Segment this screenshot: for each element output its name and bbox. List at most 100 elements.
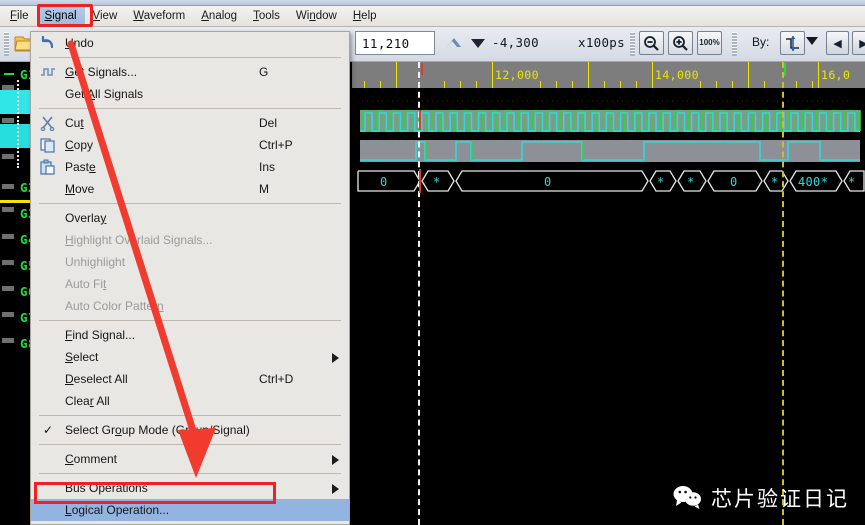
menu-item-overlay[interactable]: Overlay <box>31 207 349 229</box>
clock-waveform-row[interactable] <box>352 106 865 136</box>
copy-icon <box>40 138 55 153</box>
data-waveform-row[interactable] <box>352 138 865 164</box>
prev-arrow-icon: ◀ <box>833 37 842 50</box>
menu-tools-label: ools <box>258 10 280 22</box>
edge-jump-dropdown[interactable] <box>806 37 818 45</box>
ruler-label-1: 12,000 <box>495 68 539 82</box>
menu-item-highlight-overlaid-signals-label: Highlight Overlaid Signals... <box>65 233 213 247</box>
time-unit-label: x100ps <box>578 35 625 50</box>
time-ruler[interactable]: 12,000 14,000 16,0 <box>352 62 865 88</box>
menu-window[interactable]: Window <box>288 6 345 26</box>
prev-edge-button[interactable]: ◀ <box>826 31 849 55</box>
toolbar-gripper-right[interactable] <box>732 32 737 56</box>
menu-item-deselect-all[interactable]: Deselect All Ctrl+D <box>31 368 349 390</box>
menu-separator <box>39 108 341 109</box>
menu-view[interactable]: View <box>85 6 126 26</box>
row-tick <box>2 234 14 239</box>
menu-item-deselect-all-shortcut: Ctrl+D <box>259 372 294 386</box>
menu-separator <box>39 203 341 204</box>
menu-item-clear-all[interactable]: Clear All <box>31 390 349 412</box>
menu-item-comment[interactable]: Comment <box>31 448 349 470</box>
menu-tools[interactable]: Tools <box>245 6 288 26</box>
menu-file[interactable]: File <box>2 6 37 26</box>
delta-value-label: -4,300 <box>492 35 539 50</box>
bus-value-0: 0 <box>380 175 388 189</box>
menu-file-label: ile <box>17 10 29 22</box>
waveform-pane[interactable]: 12,000 14,000 16,0 0 * 0 * * 0 * 400* * <box>352 62 865 525</box>
by-label: By: <box>752 35 770 49</box>
next-edge-button[interactable]: ▶ <box>852 31 865 55</box>
menu-item-select-group-mode[interactable]: ✓ Select Group Mode (Group/Signal) <box>31 419 349 441</box>
next-arrow-icon: ▶ <box>859 37 865 50</box>
menu-help[interactable]: Help <box>345 6 385 26</box>
ruler-red-marker <box>421 63 423 75</box>
menu-signal[interactable]: Signal <box>36 6 85 26</box>
signal-dropdown-menu[interactable]: Undo Get Signals... G Get All Signals Cu… <box>30 31 350 525</box>
application-window: File Signal View Waveform Analog Tools W… <box>0 0 865 525</box>
menu-item-auto-fit-label: Auto Fit <box>65 277 107 291</box>
menu-item-unhighlight: Unhighlight <box>31 251 349 273</box>
menu-item-bus-operations-label: Bus Operations <box>65 481 148 495</box>
clock-red-marker <box>419 110 421 130</box>
menu-item-move[interactable]: Move M <box>31 178 349 200</box>
menu-waveform[interactable]: Waveform <box>125 6 193 26</box>
menu-item-select-group-mode-label: Select Group Mode (Group/Signal) <box>65 423 250 437</box>
menu-item-paste[interactable]: Paste Ins <box>31 156 349 178</box>
menu-separator <box>39 415 341 416</box>
menu-item-get-all-signals[interactable]: Get All Signals <box>31 83 349 105</box>
menu-item-get-signals-label: Get Signals... <box>65 65 138 79</box>
zoom-in-button[interactable] <box>668 31 693 55</box>
menu-item-cut[interactable]: Cut Del <box>31 112 349 134</box>
menu-item-undo[interactable]: Undo <box>31 32 349 54</box>
zoom-out-button[interactable] <box>639 31 664 55</box>
menu-item-find-signal[interactable]: Find Signal... <box>31 324 349 346</box>
menu-item-get-signals[interactable]: Get Signals... G <box>31 61 349 83</box>
group-expander-icon[interactable] <box>4 73 14 75</box>
menu-separator <box>39 444 341 445</box>
row-tick <box>2 184 14 189</box>
menu-item-highlight-overlaid-signals: Highlight Overlaid Signals... <box>31 229 349 251</box>
edge-jump-button[interactable] <box>780 31 805 55</box>
paste-icon <box>40 159 55 175</box>
submenu-arrow-icon <box>332 484 339 494</box>
zoom-fit-button[interactable]: 100% <box>697 31 722 55</box>
row-tick <box>2 154 14 159</box>
primary-cursor[interactable] <box>418 62 420 525</box>
menu-item-select[interactable]: Select <box>31 346 349 368</box>
menu-item-auto-color-pattern-label: Auto Color Pattern <box>65 299 164 313</box>
menu-separator <box>39 473 341 474</box>
bus-value-1: * <box>433 175 441 189</box>
ruler-label-3: 16,0 <box>821 68 851 82</box>
menu-item-copy[interactable]: Copy Ctrl+P <box>31 134 349 156</box>
time-value-input[interactable]: 11,210 <box>355 31 435 55</box>
marker-dots-row <box>362 100 852 102</box>
menu-analog[interactable]: Analog <box>193 6 245 26</box>
row-tick <box>2 207 14 212</box>
toolbar-gripper-left[interactable] <box>4 32 9 56</box>
menu-item-logical-operation-label: Logical Operation... <box>65 503 170 517</box>
cursor-up-triangle-inner <box>447 41 457 47</box>
menu-item-comment-label: Comment <box>65 452 118 466</box>
waveform-canvas[interactable]: 0 * 0 * * 0 * 400* * <box>352 62 865 525</box>
menu-item-copy-shortcut: Ctrl+P <box>259 138 293 152</box>
chevron-down-icon <box>806 37 818 45</box>
menu-item-find-signal-label: Find Signal... <box>65 328 136 342</box>
menu-item-event[interactable]: Event... <box>31 521 349 524</box>
menu-item-get-all-signals-label: Get All Signals <box>65 87 144 101</box>
menu-item-paste-shortcut: Ins <box>259 160 276 174</box>
watermark-text: 芯片验证日记 <box>711 487 849 511</box>
secondary-cursor[interactable] <box>782 62 784 525</box>
menu-item-bus-operations[interactable]: Bus Operations <box>31 477 349 499</box>
menu-waveform-label: aveform <box>143 10 186 22</box>
menu-help-label: elp <box>361 10 377 22</box>
wechat-logo <box>673 486 701 509</box>
row-tick <box>2 312 14 317</box>
bus-value-row[interactable]: 0 * 0 * * 0 * 400* * <box>352 166 865 200</box>
cursor-dropdown-arrow-icon[interactable] <box>471 39 485 48</box>
toolbar-gripper-mid[interactable] <box>630 32 635 56</box>
bus-value-8: * <box>848 175 856 189</box>
menu-item-logical-operation[interactable]: Logical Operation... <box>31 499 349 521</box>
zoom-in-icon <box>673 35 688 51</box>
bus-value-7: 400* <box>798 175 829 189</box>
menu-item-undo-label: Undo <box>65 36 94 50</box>
